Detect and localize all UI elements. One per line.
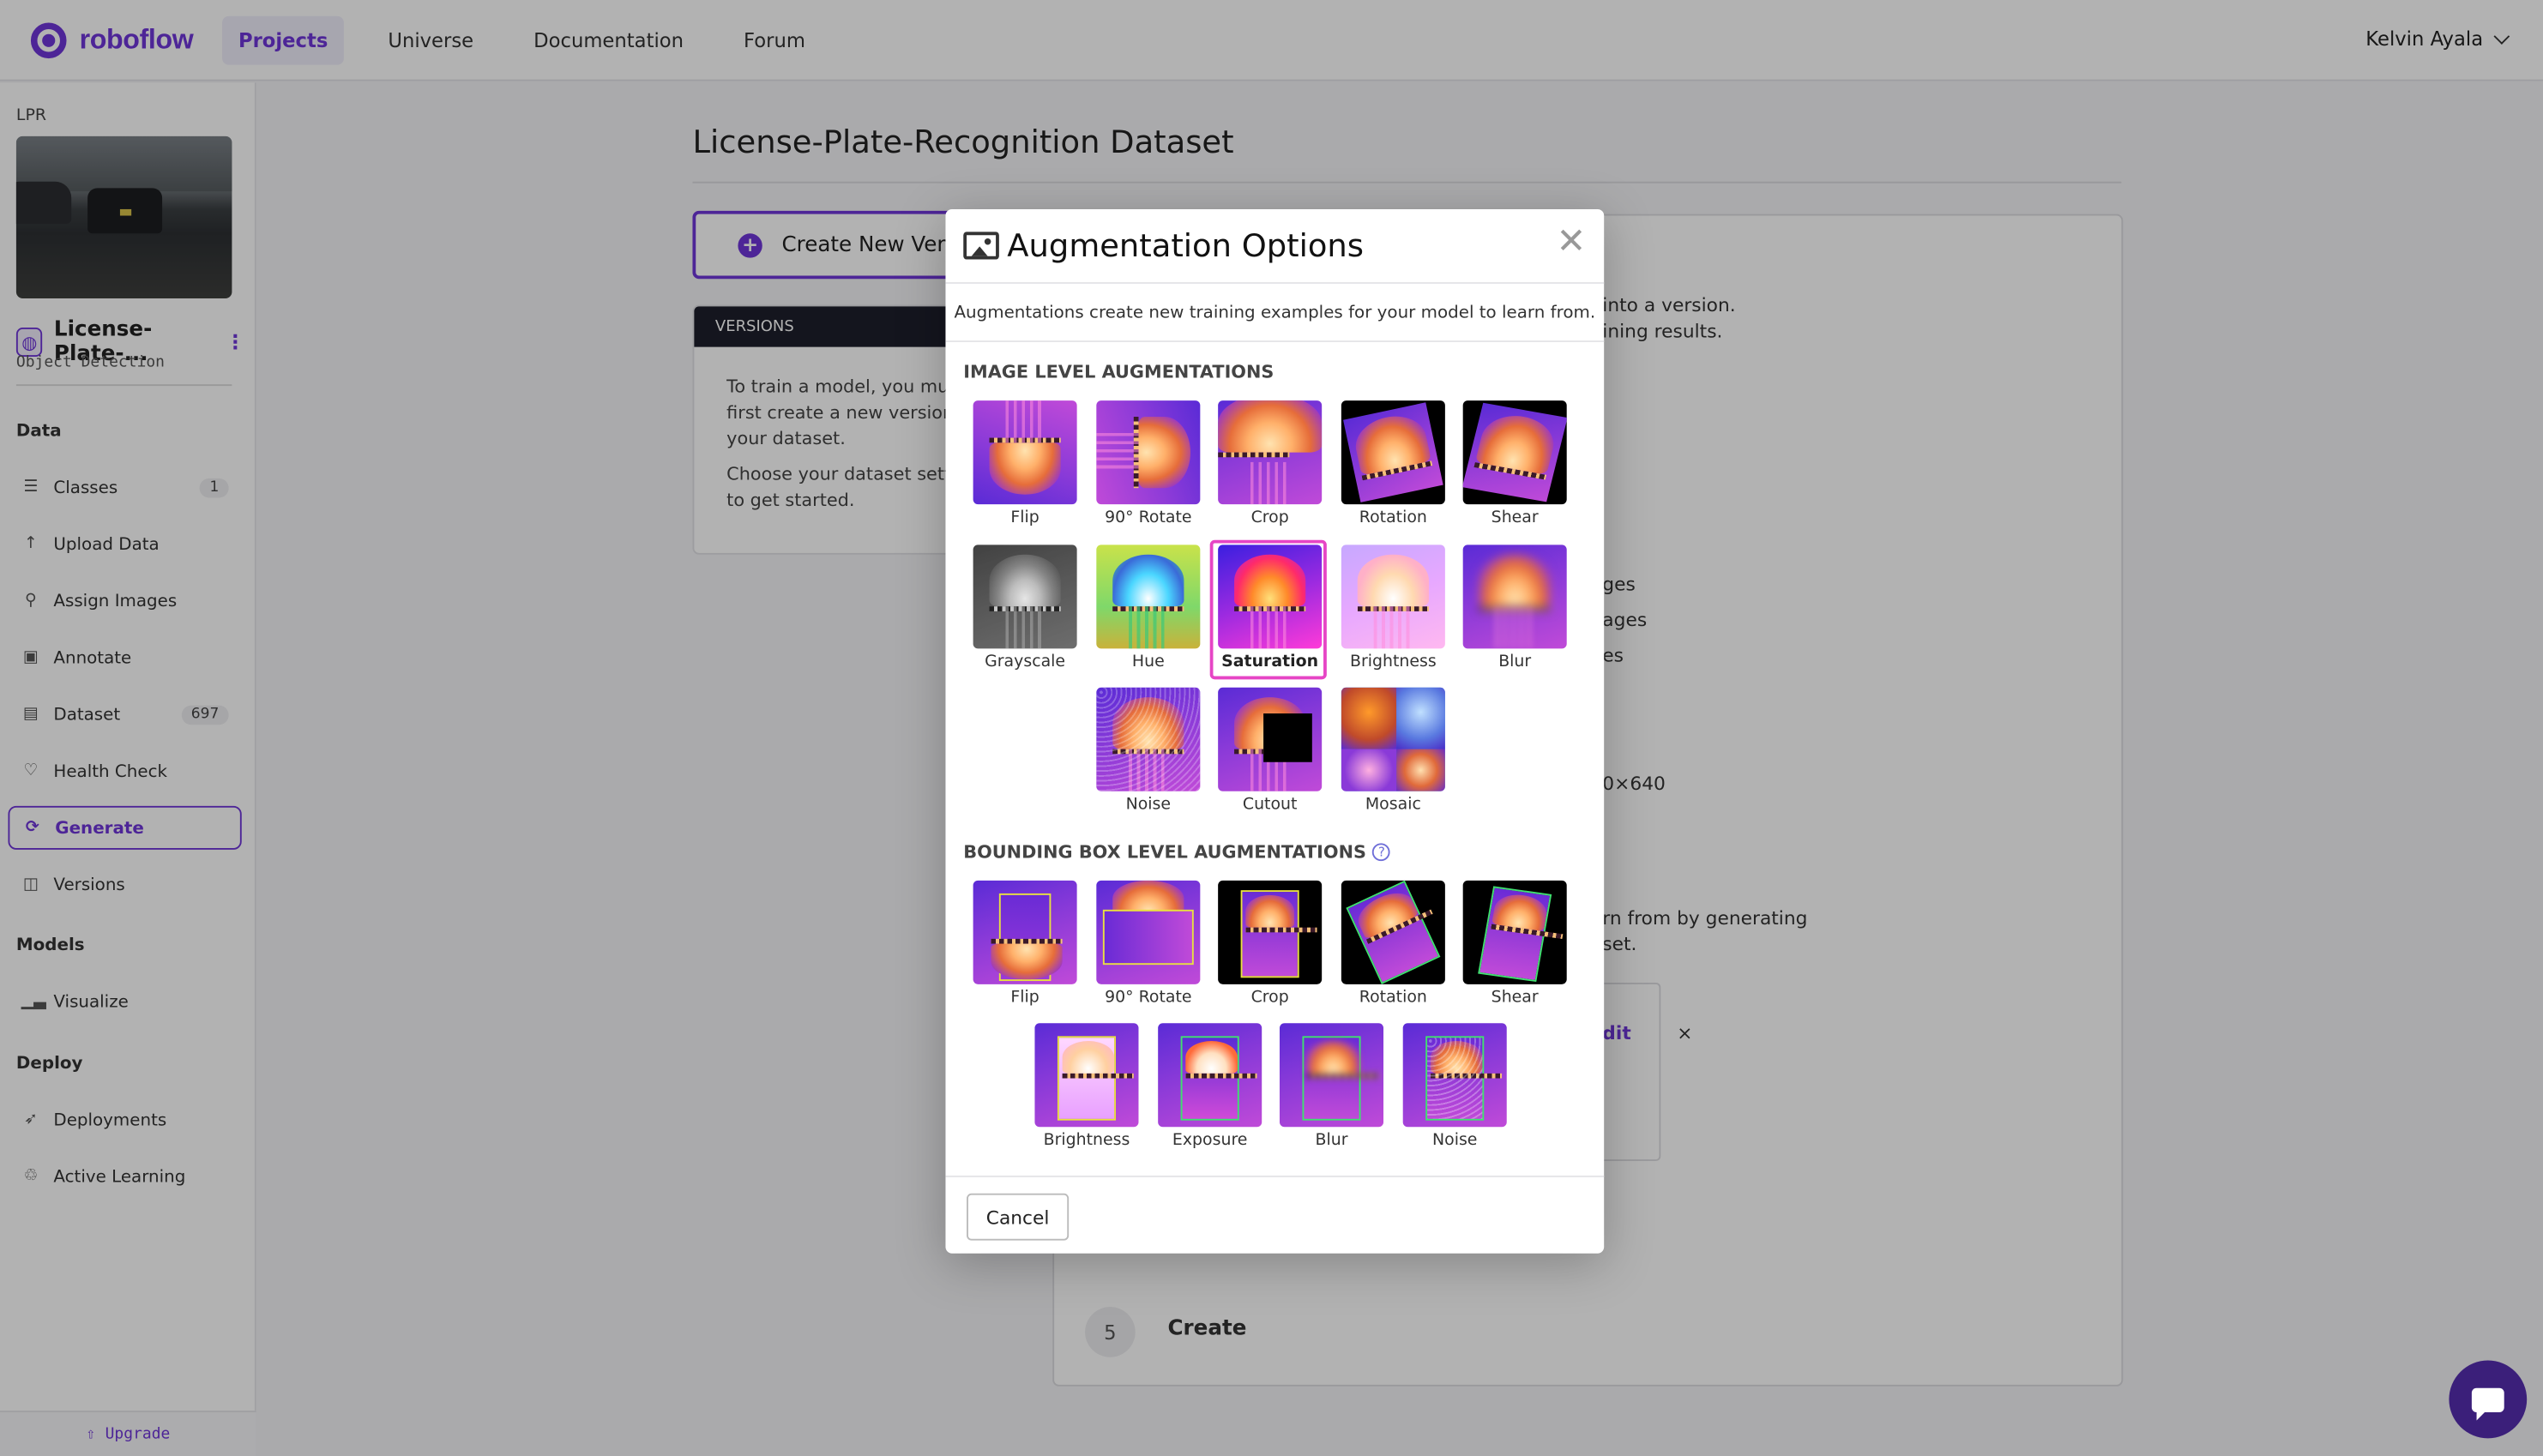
tile-label: Cutout: [1242, 796, 1298, 815]
tile-label: Rotation: [1359, 508, 1427, 527]
aug-grayscale[interactable]: Grayscale: [967, 544, 1083, 671]
tile-label: Grayscale: [985, 653, 1066, 671]
aug-90-rotate[interactable]: 90° Rotate: [1090, 400, 1207, 527]
bbox-aug-rotation[interactable]: Rotation: [1335, 880, 1451, 1008]
image-level-heading: IMAGE LEVEL AUGMENTATIONS: [963, 362, 1274, 383]
chat-widget-button[interactable]: [2449, 1360, 2528, 1439]
close-icon[interactable]: ✕: [1557, 225, 1587, 262]
aug-saturation[interactable]: Saturation: [1209, 539, 1329, 680]
aug-rotation[interactable]: Rotation: [1335, 400, 1451, 527]
tile-label: Brightness: [1349, 653, 1437, 671]
modal-header: Augmentation Options: [945, 209, 1605, 284]
tile-label: 90° Rotate: [1105, 989, 1192, 1008]
cancel-button[interactable]: Cancel: [967, 1193, 1070, 1241]
bbox-aug-noise[interactable]: Noise: [1396, 1023, 1513, 1150]
aug-hue[interactable]: Hue: [1090, 544, 1207, 671]
bbox-aug-shear[interactable]: Shear: [1456, 880, 1573, 1008]
tile-label: Noise: [1431, 1131, 1478, 1150]
bbox-aug-90-rotate[interactable]: 90° Rotate: [1090, 880, 1207, 1008]
bbox-aug-crop[interactable]: Crop: [1212, 880, 1329, 1008]
chat-icon: [2471, 1387, 2504, 1420]
modal-description: Augmentations create new training exampl…: [945, 284, 1605, 343]
aug-crop[interactable]: Crop: [1212, 400, 1329, 527]
tile-label: Hue: [1131, 653, 1165, 671]
help-icon[interactable]: ?: [1372, 843, 1391, 862]
tile-label: Crop: [1250, 989, 1289, 1008]
tile-label: Blur: [1498, 653, 1532, 671]
section-title: IMAGE LEVEL AUGMENTATIONS: [963, 361, 1275, 383]
tile-label: Brightness: [1043, 1131, 1130, 1150]
augmentation-options-modal: Augmentation Options ✕ Augmentations cre…: [945, 208, 1605, 1254]
aug-flip[interactable]: Flip: [967, 400, 1083, 527]
aug-shear[interactable]: Shear: [1456, 400, 1573, 527]
image-icon: [963, 232, 999, 260]
aug-brightness[interactable]: Brightness: [1335, 544, 1451, 671]
tile-label: Mosaic: [1365, 796, 1421, 815]
bbox-aug-blur[interactable]: Blur: [1273, 1023, 1389, 1150]
tile-label: Shear: [1491, 989, 1539, 1008]
tile-label: Exposure: [1172, 1131, 1248, 1150]
aug-mosaic[interactable]: Mosaic: [1335, 687, 1451, 815]
tile-label: Blur: [1315, 1131, 1348, 1150]
aug-blur[interactable]: Blur: [1456, 544, 1573, 671]
tile-label: Flip: [1010, 989, 1039, 1008]
bbox-aug-flip[interactable]: Flip: [967, 880, 1083, 1008]
aug-cutout[interactable]: Cutout: [1212, 687, 1329, 815]
tile-label: Crop: [1250, 508, 1289, 527]
modal-title: Augmentation Options: [1007, 226, 1365, 265]
bbox-aug-exposure[interactable]: Exposure: [1152, 1023, 1268, 1150]
tile-label: 90° Rotate: [1105, 508, 1192, 527]
aug-noise[interactable]: Noise: [1090, 687, 1207, 815]
tile-label: Shear: [1491, 508, 1539, 527]
tile-label: Rotation: [1359, 989, 1427, 1008]
page: roboflow Projects Universe Documentation…: [0, 0, 2543, 1456]
bbox-level-heading: BOUNDING BOX LEVEL AUGMENTATIONS?: [963, 841, 1391, 863]
modal-footer: Cancel: [945, 1175, 1605, 1254]
bbox-aug-brightness[interactable]: Brightness: [1028, 1023, 1145, 1150]
tile-label: Flip: [1010, 508, 1039, 527]
section-title: BOUNDING BOX LEVEL AUGMENTATIONS: [963, 841, 1366, 863]
tile-label: Noise: [1125, 796, 1172, 815]
